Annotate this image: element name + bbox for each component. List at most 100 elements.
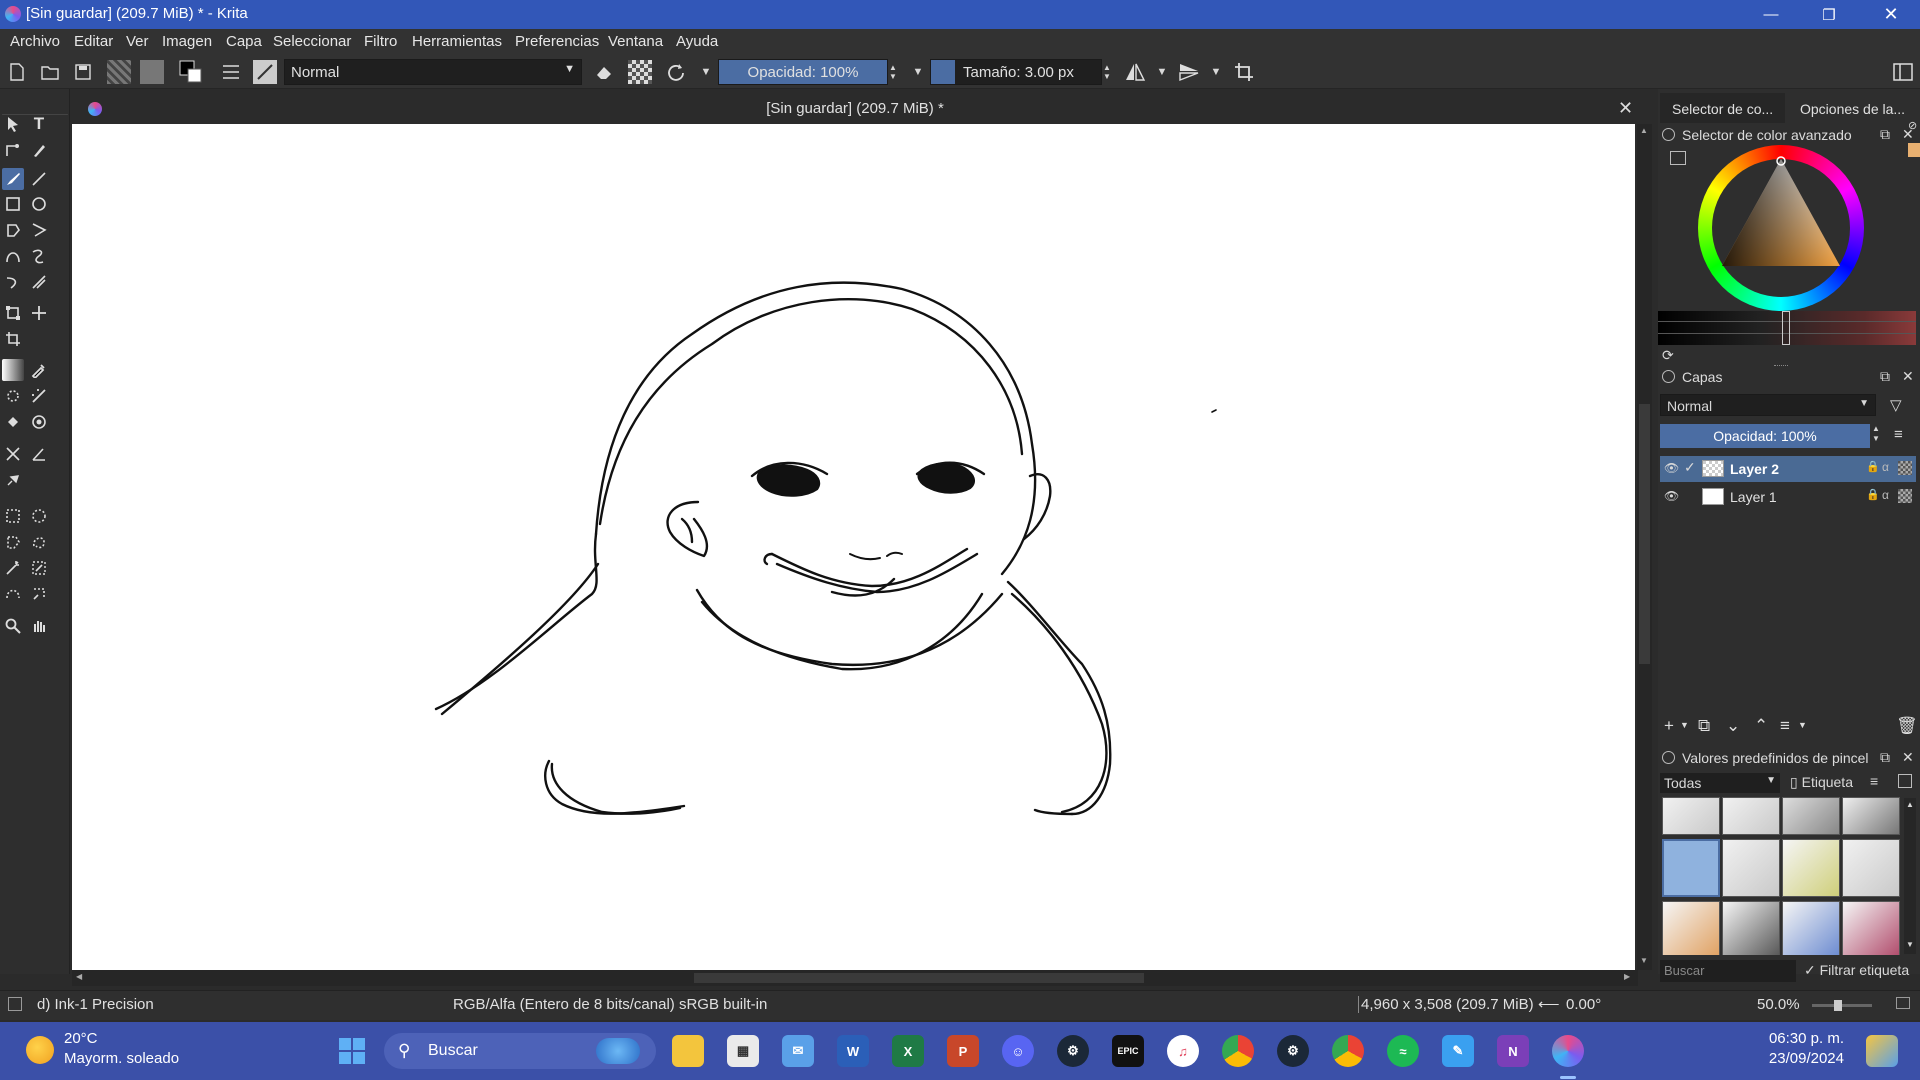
brush-preset-11[interactable] — [1782, 901, 1840, 955]
bezier-tool-icon[interactable] — [2, 245, 24, 267]
canvas-area[interactable] — [72, 124, 1638, 970]
menu-filtro[interactable]: Filtro — [364, 33, 397, 50]
scroll-down-icon[interactable]: ▼ — [1906, 940, 1914, 949]
document-tab-bar[interactable]: [Sin guardar] (209.7 MiB) * ✕ — [72, 96, 1638, 124]
tab-color-selector[interactable]: Selector de co... — [1660, 93, 1786, 123]
magic-wand-icon[interactable] — [2, 557, 24, 579]
menu-ayuda[interactable]: Ayuda — [676, 33, 718, 50]
scroll-up-icon[interactable]: ▲ — [1640, 126, 1648, 135]
inherit-alpha-icon[interactable] — [1898, 461, 1912, 475]
enclose-fill-icon[interactable] — [28, 411, 50, 433]
wraparound-icon[interactable] — [1232, 60, 1256, 84]
dock-toggle-icon[interactable] — [1891, 60, 1915, 84]
brush-preset-2[interactable] — [1722, 797, 1780, 835]
clock-date[interactable]: 23/09/2024 — [1734, 1050, 1844, 1067]
rectangle-tool-icon[interactable] — [2, 193, 24, 215]
inherit-alpha-icon[interactable] — [1898, 489, 1912, 503]
ellipse-tool-icon[interactable] — [28, 193, 50, 215]
pan-tool-icon[interactable] — [28, 615, 50, 637]
fg-bg-color-icon[interactable] — [179, 60, 203, 84]
alpha-lock-icon[interactable]: α — [1882, 488, 1889, 502]
calligraphy-icon[interactable] — [28, 139, 50, 161]
checkmark-icon[interactable]: ✓ — [1684, 459, 1696, 476]
rect-select-icon[interactable] — [2, 505, 24, 527]
delete-layer-icon[interactable]: 🗑 — [1896, 716, 1918, 736]
horizontal-scrollbar[interactable]: ◀ ▶ — [72, 970, 1638, 986]
epic-games-icon[interactable]: EPIC — [1112, 1035, 1144, 1067]
smart-patch-icon[interactable] — [28, 385, 50, 407]
saturation-value-triangle[interactable] — [1698, 145, 1864, 311]
chrome-icon[interactable] — [1222, 1035, 1254, 1067]
crop-tool-icon[interactable] — [2, 328, 24, 350]
presets-search-input[interactable]: Buscar — [1660, 960, 1796, 982]
freehand-brush-icon[interactable] — [2, 168, 24, 190]
brush-preset-1[interactable] — [1662, 797, 1720, 835]
taskbar-search-box[interactable]: ⚲ Buscar — [384, 1033, 656, 1069]
clock-time[interactable]: 06:30 p. m. — [1734, 1030, 1844, 1047]
bezier-select-icon[interactable] — [2, 583, 24, 605]
layer-name[interactable]: Layer 2 — [1730, 461, 1779, 477]
assistant-tool-icon[interactable] — [2, 443, 24, 465]
pattern-selector-icon[interactable] — [140, 60, 164, 84]
spotify-icon[interactable]: ≈ — [1387, 1035, 1419, 1067]
menu-archivo[interactable]: Archivo — [10, 33, 60, 50]
selection-icon[interactable] — [8, 997, 22, 1011]
chevron-down-icon[interactable]: ▼ — [906, 60, 930, 84]
blend-mode-select[interactable]: Normal ▼ — [284, 59, 582, 85]
mail-icon[interactable]: ✉ — [782, 1035, 814, 1067]
reference-pin-icon[interactable] — [2, 469, 24, 491]
status-rotation[interactable]: 0.00° — [1566, 996, 1601, 1013]
menu-imagen[interactable]: Imagen — [162, 33, 212, 50]
size-slider[interactable]: Tamaño: 3.00 px — [930, 59, 1102, 85]
restore-button[interactable]: ❐ — [1800, 0, 1858, 29]
gradient-tool-icon[interactable] — [2, 359, 24, 381]
menu-herramientas[interactable]: Herramientas — [412, 33, 502, 50]
minimize-button[interactable]: — — [1742, 0, 1800, 29]
menu-capa[interactable]: Capa — [226, 33, 262, 50]
edit-shapes-icon[interactable] — [2, 139, 24, 161]
horizontal-scroll-thumb[interactable] — [694, 973, 1144, 983]
microsoft-store-icon[interactable]: ▦ — [727, 1035, 759, 1067]
zoom-slider[interactable] — [1812, 1000, 1872, 1011]
presets-tag-select[interactable]: ▯ Etiqueta — [1790, 774, 1853, 791]
mirror-horizontal-icon[interactable] — [1123, 60, 1147, 84]
brush-preset-4[interactable] — [1842, 797, 1900, 835]
eye-icon[interactable]: 👁 — [1664, 461, 1679, 475]
menu-editar[interactable]: Editar — [74, 33, 113, 50]
close-panel-icon[interactable]: ✕ — [1902, 368, 1914, 385]
float-panel-icon[interactable]: ⧉ — [1880, 368, 1890, 385]
steam-icon-2[interactable]: ⚙ — [1277, 1035, 1309, 1067]
layer-row-layer-2[interactable]: 👁 ✓ Layer 2 🔒 α — [1660, 456, 1916, 482]
brush-preset-12[interactable] — [1842, 901, 1900, 955]
layer-properties-icon[interactable]: ≡ — [1780, 716, 1790, 736]
eye-icon[interactable]: 👁 — [1664, 489, 1679, 503]
multibrush-icon[interactable] — [28, 271, 50, 293]
open-folder-icon[interactable] — [38, 60, 62, 84]
colorize-mask-icon[interactable] — [2, 385, 24, 407]
windows-start-icon[interactable] — [336, 1035, 368, 1067]
save-icon[interactable] — [71, 60, 95, 84]
chevron-down-icon[interactable]: ▼ — [1204, 60, 1228, 84]
krita-taskbar-icon[interactable] — [1552, 1035, 1584, 1067]
similar-select-icon[interactable] — [28, 557, 50, 579]
layer-name[interactable]: Layer 1 — [1730, 489, 1777, 505]
color-hue-ring[interactable] — [1698, 145, 1864, 311]
filter-icon[interactable]: ▽ — [1890, 396, 1902, 414]
drawing-canvas[interactable] — [72, 124, 1635, 970]
close-window-button[interactable]: ✕ — [1862, 0, 1920, 29]
chevron-down-icon[interactable]: ▼ — [1150, 60, 1174, 84]
brush-preset-6[interactable] — [1722, 839, 1780, 897]
opacity-stepper[interactable]: ▲ ▼ — [886, 60, 900, 84]
new-document-icon[interactable] — [5, 60, 29, 84]
close-document-icon[interactable]: ✕ — [1618, 98, 1633, 119]
weather-desc[interactable]: Mayorm. soleado — [64, 1050, 179, 1067]
transform-tool-icon[interactable] — [2, 302, 24, 324]
file-explorer-icon[interactable] — [672, 1035, 704, 1067]
layer-lock-icon[interactable]: 🔒 — [1866, 488, 1880, 501]
brush-preset-9[interactable] — [1662, 901, 1720, 955]
preserve-alpha-icon[interactable] — [628, 60, 652, 84]
menu-lines-icon[interactable]: ≡ — [1894, 426, 1903, 443]
menu-ver[interactable]: Ver — [126, 33, 149, 50]
layer-opacity-slider[interactable]: Opacidad: 100% — [1660, 424, 1870, 448]
float-panel-icon[interactable]: ⧉ — [1880, 126, 1890, 143]
